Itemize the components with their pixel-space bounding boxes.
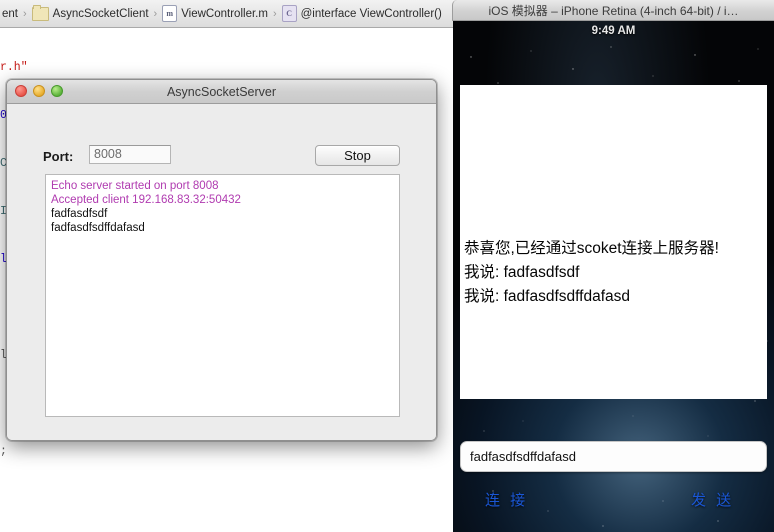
breadcrumb-separator-icon: ›	[23, 8, 27, 20]
breadcrumb-label-symbol: @interface ViewController()	[301, 8, 442, 20]
breadcrumb-label-group: AsyncSocketClient	[53, 8, 149, 20]
server-window-titlebar[interactable]: AsyncSocketServer	[7, 80, 436, 104]
status-time: 9:49 AM	[592, 25, 636, 37]
breadcrumb-separator-icon: ›	[273, 8, 277, 20]
port-input[interactable]: 8008	[89, 145, 171, 164]
message-line: 我说: fadfasdfsdffdafasd	[464, 285, 765, 309]
log-line: fadfasdfsdffdafasd	[51, 221, 394, 235]
message-textview[interactable]: 恭喜您,已经通过scoket连接上服务器! 我说: fadfasdfsdf 我说…	[460, 85, 767, 399]
connect-button[interactable]: 连 接	[485, 489, 528, 510]
window-controls[interactable]	[15, 85, 63, 97]
message-list: 恭喜您,已经通过scoket连接上服务器! 我说: fadfasdfsdf 我说…	[464, 237, 765, 309]
breadcrumb-separator-icon: ›	[154, 8, 158, 20]
close-icon[interactable]	[15, 85, 27, 97]
message-line: 恭喜您,已经通过scoket连接上服务器!	[464, 237, 765, 261]
log-line: Accepted client 192.168.83.32:50432	[51, 193, 394, 207]
breadcrumb-item-file[interactable]: m ViewController.m	[162, 5, 268, 22]
port-label: Port:	[43, 149, 73, 164]
breadcrumb-item-symbol[interactable]: C @interface ViewController()	[282, 5, 442, 22]
message-input[interactable]: fadfasdfsdffdafasd	[460, 441, 767, 472]
async-socket-server-window[interactable]: AsyncSocketServer Port: 8008 Stop Echo s…	[6, 79, 437, 441]
simulator-title: iOS 模拟器 – iPhone Retina (4-inch 64-bit) …	[488, 2, 738, 19]
objc-m-file-icon: m	[162, 5, 177, 22]
breadcrumb-item-project[interactable]: ent	[0, 8, 18, 20]
breadcrumb-label-project: ent	[2, 8, 18, 20]
stop-button[interactable]: Stop	[315, 145, 400, 166]
send-button[interactable]: 发 送	[691, 489, 734, 510]
breadcrumb-label-file: ViewController.m	[181, 8, 268, 20]
log-line: Echo server started on port 8008	[51, 179, 394, 193]
breadcrumb-item-group[interactable]: AsyncSocketClient	[32, 7, 149, 21]
ios-status-bar: 9:49 AM	[453, 21, 774, 41]
ios-simulator-window[interactable]: iOS 模拟器 – iPhone Retina (4-inch 64-bit) …	[452, 0, 774, 532]
objc-interface-icon: C	[282, 5, 297, 22]
zoom-icon[interactable]	[51, 85, 63, 97]
simulator-device-screen[interactable]: 9:49 AM 恭喜您,已经通过scoket连接上服务器! 我说: fadfas…	[453, 21, 774, 532]
folder-icon	[32, 7, 49, 21]
server-log-textarea[interactable]: Echo server started on port 8008 Accepte…	[45, 174, 400, 417]
log-line: fadfasdfsdf	[51, 207, 394, 221]
minimize-icon[interactable]	[33, 85, 45, 97]
message-line: 我说: fadfasdfsdf	[464, 261, 765, 285]
server-window-body: Port: 8008 Stop Echo server started on p…	[7, 104, 436, 441]
screen-root: ent › AsyncSocketClient › m ViewControll…	[0, 0, 774, 532]
simulator-titlebar[interactable]: iOS 模拟器 – iPhone Retina (4-inch 64-bit) …	[452, 0, 774, 21]
server-window-title: AsyncSocketServer	[7, 85, 436, 99]
